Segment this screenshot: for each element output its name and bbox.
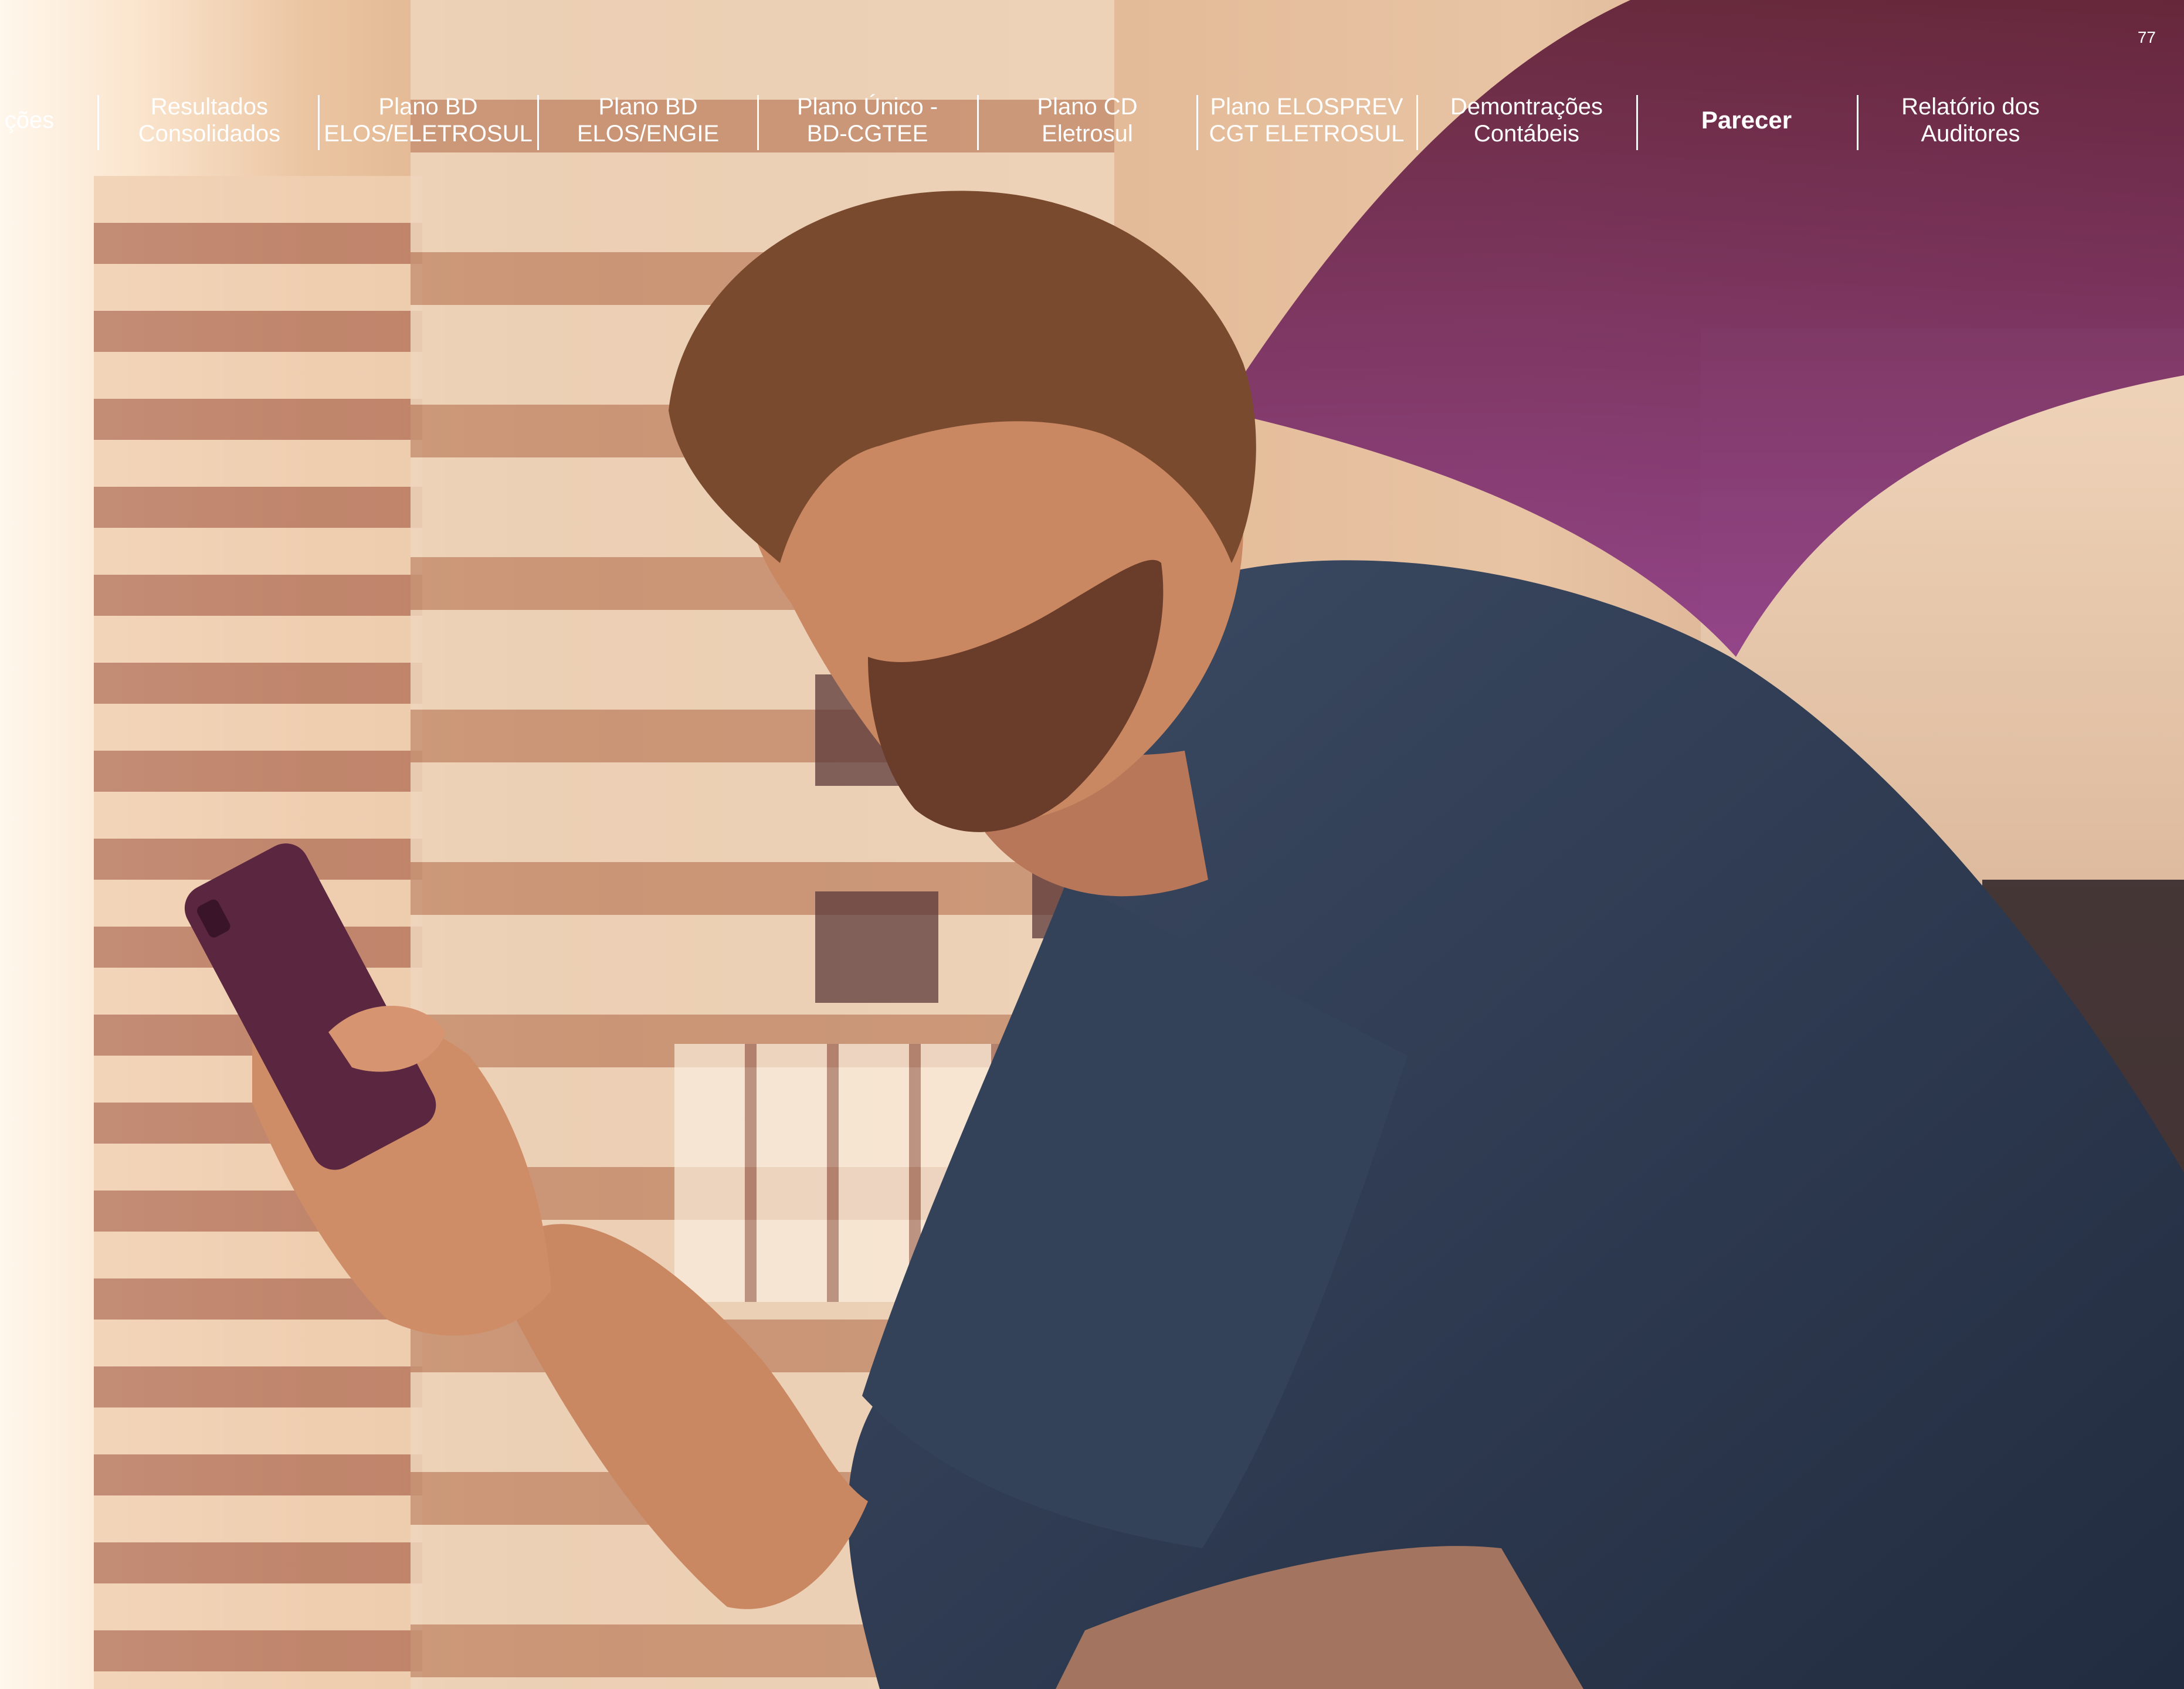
nav-item-label-line2: Auditores <box>1921 121 2020 147</box>
nav-item-label-line1: Demontrações <box>1450 94 1603 120</box>
nav-item-partial[interactable]: ções <box>0 88 70 152</box>
nav-separator <box>537 95 539 150</box>
nav-item-demonstracoes-contabeis[interactable]: Demontrações Contábeis <box>1418 88 1635 152</box>
nav-item-label-line2: BD-CGTEE <box>806 121 928 147</box>
nav-item-label: ções <box>4 107 55 133</box>
nav-item-label-line1: Plano Único - <box>796 94 938 120</box>
nav-item-plano-bd-eletrosul[interactable]: Plano BD ELOS/ELETROSUL <box>320 88 537 152</box>
person-illustration <box>184 191 2184 1689</box>
nav-item-label-line1: Plano CD <box>1037 94 1138 120</box>
nav-item-resultados-consolidados[interactable]: Resultados Consolidados <box>101 88 318 152</box>
nav-item-plano-unico[interactable]: Plano Único - BD-CGTEE <box>759 88 976 152</box>
nav-item-label: Parecer <box>1701 106 1792 134</box>
nav-item-parecer[interactable]: Parecer <box>1638 88 1855 152</box>
top-navigation: ções Resultados Consolidados Plano BD EL… <box>0 88 2184 164</box>
page-number: 77 <box>2137 28 2156 46</box>
nav-item-plano-bd-engie[interactable]: Plano BD ELOS/ENGIE <box>540 88 757 152</box>
nav-item-label-line1: Plano BD <box>598 94 698 120</box>
page: 77 ções Resultados Consolidados Plano BD… <box>0 0 2184 1689</box>
nav-separator <box>97 95 99 150</box>
nav-item-label-line1: Resultados <box>150 94 269 120</box>
nav-separator <box>1857 95 1859 150</box>
nav-item-label-line2: Consolidados <box>138 121 281 147</box>
nav-item-plano-elosprev[interactable]: Plano ELOSPREV CGT ELETROSUL <box>1198 88 1415 152</box>
nav-item-label-line1: Plano ELOSPREV <box>1210 94 1403 120</box>
nav-item-label-line2: CGT ELETROSUL <box>1209 121 1405 147</box>
nav-item-label-line2: ELOS/ENGIE <box>576 121 720 147</box>
nav-item-label-line1: Plano BD <box>378 94 478 120</box>
nav-item-relatorio-auditores[interactable]: Relatório dos Auditores <box>1859 88 2082 152</box>
nav-item-label-line2: Eletrosul <box>1042 121 1133 147</box>
nav-item-label-line2: Contábeis <box>1473 121 1580 147</box>
nav-item-plano-cd[interactable]: Plano CD Eletrosul <box>979 88 1196 152</box>
nav-item-label-line1: Relatório dos <box>1901 94 2040 120</box>
nav-item-label-line2: ELOS/ELETROSUL <box>324 121 533 147</box>
